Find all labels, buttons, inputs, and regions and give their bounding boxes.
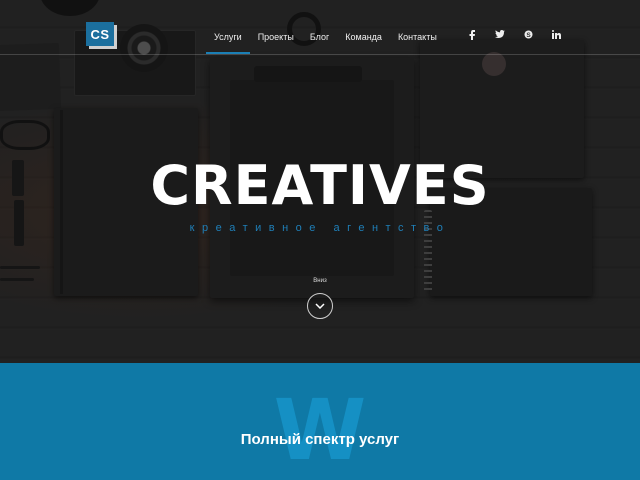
logo[interactable]: CS: [86, 22, 114, 46]
chevron-down-icon: [315, 303, 325, 309]
services-title: Полный спектр услуг: [240, 431, 400, 448]
nav-divider: [0, 54, 640, 55]
services-section: W Полный спектр услуг: [0, 363, 640, 480]
hero-section: CS Услуги Проекты Блог Команда Контакты …: [0, 0, 640, 363]
social-links: S: [458, 30, 570, 42]
hero-subtitle: креативное агентство: [189, 222, 451, 234]
scroll-down-label[interactable]: Вниз: [300, 278, 340, 284]
menu-item-blog[interactable]: Блог: [302, 24, 337, 54]
services-watermark: W: [273, 381, 367, 479]
svg-text:S: S: [526, 32, 531, 39]
main-menu: Услуги Проекты Блог Команда Контакты: [206, 24, 445, 54]
menu-item-projects[interactable]: Проекты: [250, 24, 302, 54]
hero-title: CREATIVES: [150, 154, 490, 217]
twitter-icon[interactable]: [486, 30, 514, 42]
facebook-icon[interactable]: [458, 30, 486, 42]
menu-item-services[interactable]: Услуги: [206, 24, 250, 54]
scroll-down-button[interactable]: [307, 293, 333, 319]
menu-item-contacts[interactable]: Контакты: [390, 24, 445, 54]
menu-item-team[interactable]: Команда: [337, 24, 390, 54]
linkedin-icon[interactable]: [542, 30, 570, 42]
skype-icon[interactable]: S: [514, 30, 542, 42]
logo-text: CS: [90, 26, 110, 42]
